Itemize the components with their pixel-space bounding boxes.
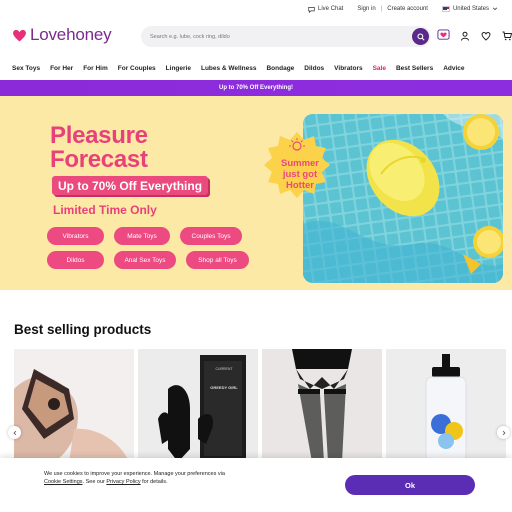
- wishlist-button[interactable]: [479, 29, 492, 42]
- product-card[interactable]: CURRENT GREEDY GIRL: [138, 349, 258, 462]
- hero-limited-text: Limited Time Only: [53, 203, 157, 217]
- search-icon: [416, 32, 425, 41]
- product-box-label: CURRENT: [215, 367, 233, 371]
- category-pill-couples-toys[interactable]: Couples Toys: [180, 227, 242, 245]
- nav-item-sex-toys[interactable]: Sex Toys: [12, 65, 40, 72]
- live-chat-label: Live Chat: [317, 6, 344, 12]
- heart-icon: [481, 31, 490, 41]
- carousel-next-button[interactable]: [497, 426, 510, 439]
- promo-banner[interactable]: Up to 70% Off Everything!: [0, 80, 512, 96]
- chat-icon: [308, 6, 315, 13]
- chevron-right-icon: [502, 430, 505, 435]
- user-icon: [460, 31, 469, 41]
- privacy-policy-link[interactable]: Privacy Policy: [106, 479, 140, 485]
- nav-item-best-sellers[interactable]: Best Sellers: [396, 65, 433, 72]
- product-card[interactable]: [262, 349, 382, 462]
- product-image-lingerie: [292, 349, 352, 462]
- product-image-lube-bottle: [425, 354, 467, 462]
- hero-title-line2: Forecast: [50, 146, 148, 173]
- cart-button[interactable]: [500, 29, 512, 42]
- site-header: Lovehoney: [0, 18, 512, 56]
- hero-title-line1: Pleasure: [50, 122, 148, 149]
- product-card[interactable]: [14, 349, 134, 462]
- cookie-banner: We use cookies to improve your experienc…: [0, 458, 512, 512]
- utility-bar: Live Chat Sign in | Create account Unite…: [0, 0, 512, 18]
- category-pill-shop-all[interactable]: Shop all Toys: [186, 251, 249, 269]
- rewards-button[interactable]: [437, 29, 450, 42]
- region-selector[interactable]: United States: [441, 6, 498, 12]
- product-image-rabbit-vibrator: [158, 355, 246, 462]
- best-selling-title: Best selling products: [14, 322, 152, 337]
- nav-item-lubes-wellness[interactable]: Lubes & Wellness: [201, 65, 257, 72]
- search-input[interactable]: [150, 33, 400, 40]
- product-card[interactable]: [386, 349, 506, 462]
- hero-title: Pleasure Forecast: [50, 124, 148, 172]
- product-box-name: GREEDY GIRL: [210, 385, 238, 390]
- logo-text: Lovehoney: [30, 25, 112, 44]
- nav-item-sale[interactable]: Sale: [373, 65, 386, 72]
- search-button[interactable]: [412, 28, 429, 45]
- nav-item-for-him[interactable]: For Him: [83, 65, 108, 72]
- search-bar: [141, 26, 431, 47]
- main-nav: Sex Toys For Her For Him For Couples Lin…: [0, 60, 512, 77]
- badge-line1: Summer: [280, 158, 319, 169]
- badge-line2: just got: [282, 169, 318, 180]
- cookie-text-3: for details.: [140, 479, 168, 485]
- pool-illustration: [303, 114, 503, 283]
- nav-item-lingerie[interactable]: Lingerie: [166, 65, 191, 72]
- hero-offer-banner: Up to 70% Off Everything: [52, 176, 209, 195]
- hero-banner[interactable]: Pleasure Forecast Up to 70% Off Everythi…: [0, 96, 512, 290]
- hero-pool-image: [303, 114, 503, 283]
- category-pill-anal-sex-toys[interactable]: Anal Sex Toys: [114, 251, 176, 269]
- category-pill-mate-toys[interactable]: Mate Toys: [114, 227, 170, 245]
- promo-text: Up to 70% Off Everything!: [218, 85, 293, 91]
- nav-item-for-her[interactable]: For Her: [50, 65, 73, 72]
- cart-icon: [502, 31, 512, 40]
- category-pill-vibrators[interactable]: Vibrators: [47, 227, 104, 245]
- live-chat-link[interactable]: Live Chat: [308, 6, 343, 13]
- nav-item-vibrators[interactable]: Vibrators: [334, 65, 362, 72]
- rewards-heart-icon: [437, 29, 450, 40]
- us-flag-icon: [441, 6, 450, 12]
- cookie-text-1: We use cookies to improve your experienc…: [44, 471, 225, 477]
- account-links: Sign in | Create account: [357, 6, 428, 12]
- sign-in-link[interactable]: Sign in: [357, 6, 375, 12]
- nav-item-for-couples[interactable]: For Couples: [118, 65, 156, 72]
- cookie-text-2: . See our: [82, 479, 107, 485]
- cookie-text: We use cookies to improve your experienc…: [44, 470, 264, 486]
- create-account-link[interactable]: Create account: [387, 6, 428, 12]
- account-button[interactable]: [458, 29, 471, 42]
- util-separator: |: [380, 6, 383, 12]
- region-label: United States: [452, 6, 489, 12]
- chevron-down-icon: [492, 7, 498, 11]
- nav-item-advice[interactable]: Advice: [443, 65, 464, 72]
- site-logo[interactable]: Lovehoney: [12, 25, 112, 45]
- product-image-clitoral-stimulator: [14, 369, 129, 462]
- badge-text: Summer just got Hotter: [263, 158, 337, 191]
- nav-item-bondage[interactable]: Bondage: [266, 65, 294, 72]
- heart-logo-icon: [13, 29, 26, 41]
- nav-item-dildos[interactable]: Dildos: [304, 65, 324, 72]
- cookie-ok-button[interactable]: Ok: [345, 475, 475, 495]
- chevron-left-icon: [13, 430, 16, 435]
- carousel-prev-button[interactable]: [8, 426, 21, 439]
- badge-line3: Hotter: [286, 180, 314, 191]
- header-icons: [437, 29, 512, 42]
- category-pill-dildos[interactable]: Dildos: [47, 251, 104, 269]
- cookie-settings-link[interactable]: Cookie Settings: [44, 479, 83, 485]
